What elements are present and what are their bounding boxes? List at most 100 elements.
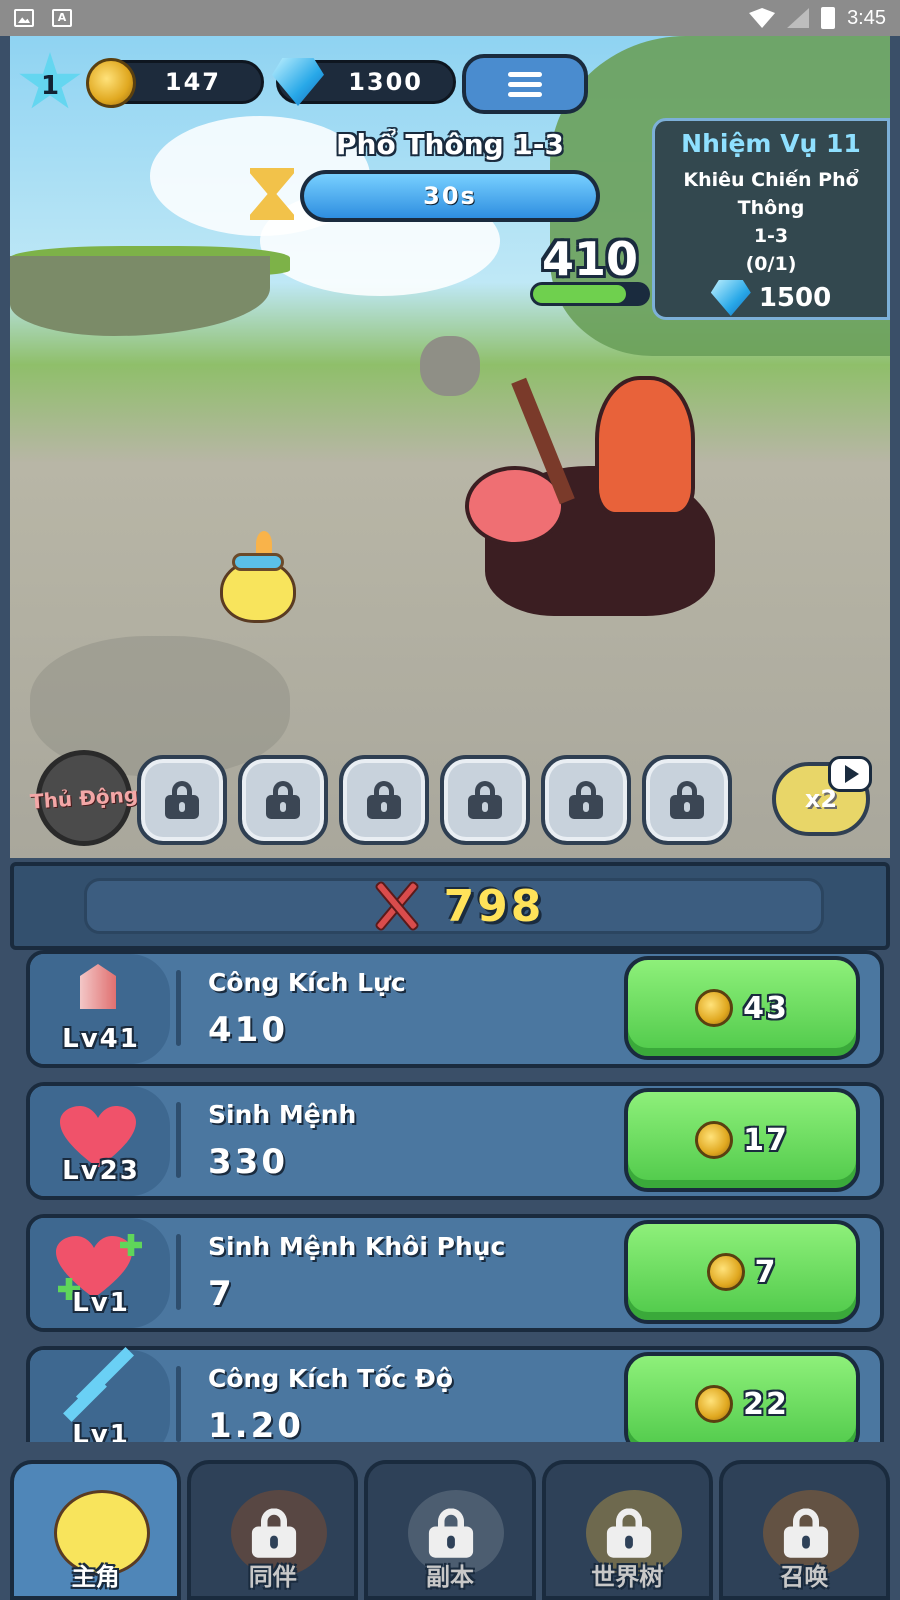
upgrade-level: Lv23	[62, 1156, 140, 1186]
enemy-power: 410	[541, 232, 639, 286]
upgrade-icon-box: Lv1	[30, 1218, 170, 1328]
lock-icon	[569, 781, 603, 819]
upgrade-name: Công Kích Tốc Độ	[208, 1364, 454, 1393]
status-time: 3:45	[847, 6, 886, 29]
upgrade-row-attack-speed: Lv1 Công Kích Tốc Độ 1.20 22	[26, 1346, 884, 1442]
signal-icon	[787, 8, 810, 28]
skill-slot-1[interactable]	[137, 755, 227, 845]
coin-icon	[706, 1253, 745, 1291]
player-goggles	[232, 553, 284, 571]
upgrade-buy-button[interactable]: 7	[624, 1220, 860, 1324]
upgrade-value: 410	[208, 1010, 288, 1050]
crossed-swords-icon	[364, 876, 428, 936]
lock-icon	[266, 781, 300, 819]
status-bar: A 3:45	[0, 0, 900, 36]
gallery-notification-icon	[14, 9, 34, 27]
upgrade-buy-button[interactable]: 17	[624, 1088, 860, 1192]
upgrade-cost: 17	[743, 1122, 789, 1158]
divider	[176, 1102, 181, 1178]
battery-icon	[821, 7, 836, 29]
upgrade-row-health: Lv23 Sinh Mệnh 330 17	[26, 1082, 884, 1200]
combat-power-value: 798	[443, 880, 545, 932]
player-level: 1	[40, 71, 60, 101]
stage-timer: 30s	[304, 174, 596, 218]
combat-power-banner: 798	[10, 862, 890, 950]
lock-icon	[468, 781, 502, 819]
upgrade-icon-box: Lv23	[30, 1086, 170, 1196]
tab-label: 召唤	[780, 1563, 829, 1591]
upgrade-level: Lv1	[72, 1420, 130, 1442]
skill-slot-6[interactable]	[642, 755, 732, 845]
video-ad-icon	[828, 756, 872, 792]
tab-label: 同伴	[248, 1563, 297, 1591]
coin-count: 147	[164, 68, 221, 96]
tab-hero[interactable]: 主角	[10, 1460, 182, 1600]
quest-reward: 1500	[758, 283, 832, 313]
divider	[176, 1234, 181, 1310]
enemy-hp-fill	[533, 285, 627, 303]
upgrade-icon-box: Lv41	[30, 954, 170, 1064]
player-chick-character	[210, 531, 302, 627]
keyboard-notification-icon: A	[52, 9, 72, 27]
menu-button[interactable]	[462, 54, 588, 114]
lock-icon	[165, 781, 199, 819]
bottom-tab-bar: 主角 同伴 副本 世界树 召唤	[10, 1460, 891, 1600]
stage-title: Phổ Thông 1-3	[335, 128, 565, 161]
upgrade-cost: 43	[743, 990, 789, 1026]
tab-label: 副本	[426, 1563, 474, 1591]
upgrade-row-regen: Lv1 Sinh Mệnh Khôi Phục 7 7	[26, 1214, 884, 1332]
tab-summon[interactable]: 召唤	[718, 1460, 891, 1600]
upgrade-level: Lv41	[62, 1024, 140, 1054]
quest-description: Khiêu Chiến Phổ Thông	[683, 169, 859, 219]
quest-title: Nhiệm Vụ 11	[681, 129, 861, 158]
tab-companion[interactable]: 同伴	[187, 1460, 359, 1600]
coin-icon	[695, 1385, 734, 1423]
wifi-icon	[749, 8, 776, 28]
sword-icon	[80, 964, 116, 1009]
upgrade-cost: 22	[743, 1386, 789, 1422]
enemy-hp-bar	[530, 282, 650, 306]
tab-world-tree[interactable]: 世界树	[541, 1460, 713, 1600]
upgrade-buy-button[interactable]: 22	[624, 1352, 860, 1442]
upgrade-name: Sinh Mệnh Khôi Phục	[208, 1232, 506, 1261]
upgrade-value: 330	[208, 1142, 288, 1182]
tab-dungeon[interactable]: 副本	[364, 1460, 536, 1600]
tab-label: 主角	[71, 1563, 120, 1591]
upgrade-value: 7	[208, 1274, 235, 1314]
upgrade-name: Sinh Mệnh	[208, 1100, 357, 1129]
enemy-boar-rider[interactable]	[465, 356, 735, 636]
skill-slot-4[interactable]	[440, 755, 530, 845]
coin-icon	[695, 1121, 734, 1159]
floating-island	[10, 256, 270, 336]
quest-stage: 1-3	[753, 225, 789, 247]
auto-skill-toggle[interactable]: Thủ Động	[29, 750, 139, 846]
menu-line-icon	[508, 81, 542, 87]
upgrade-name: Công Kích Lực	[208, 968, 406, 997]
coin-icon	[695, 989, 734, 1027]
upgrade-icon-box: Lv1	[30, 1347, 170, 1442]
auto-skill-label: Thủ Động	[29, 782, 139, 814]
upgrade-row-attack: Lv41 Công Kích Lực 410 43	[26, 950, 884, 1068]
lock-icon	[252, 1508, 297, 1558]
upgrade-value: 1.20	[208, 1406, 304, 1442]
quest-panel[interactable]: Nhiệm Vụ 11 Khiêu Chiến Phổ Thông 1-3 (0…	[652, 118, 890, 320]
skill-slot-2[interactable]	[238, 755, 328, 845]
menu-line-icon	[508, 91, 542, 97]
upgrade-list[interactable]: Lv41 Công Kích Lực 410 43 Lv23 Sinh Mệnh…	[10, 950, 890, 1442]
divider	[176, 970, 181, 1046]
upgrade-buy-button[interactable]: 43	[624, 956, 860, 1060]
lock-icon	[429, 1508, 474, 1558]
tab-label: 世界树	[591, 1563, 664, 1591]
gem-count: 1300	[348, 68, 423, 96]
skill-slot-5[interactable]	[541, 755, 631, 845]
gem-icon	[710, 280, 751, 316]
stage-timer-bar: 30s	[300, 170, 600, 222]
divider	[176, 1366, 181, 1442]
menu-line-icon	[508, 71, 542, 77]
lock-icon	[670, 781, 704, 819]
upgrade-cost: 7	[754, 1254, 778, 1290]
skill-slot-3[interactable]	[339, 755, 429, 845]
quest-progress: (0/1)	[745, 253, 797, 275]
enemy-rider	[595, 376, 695, 516]
lock-icon	[783, 1508, 828, 1558]
